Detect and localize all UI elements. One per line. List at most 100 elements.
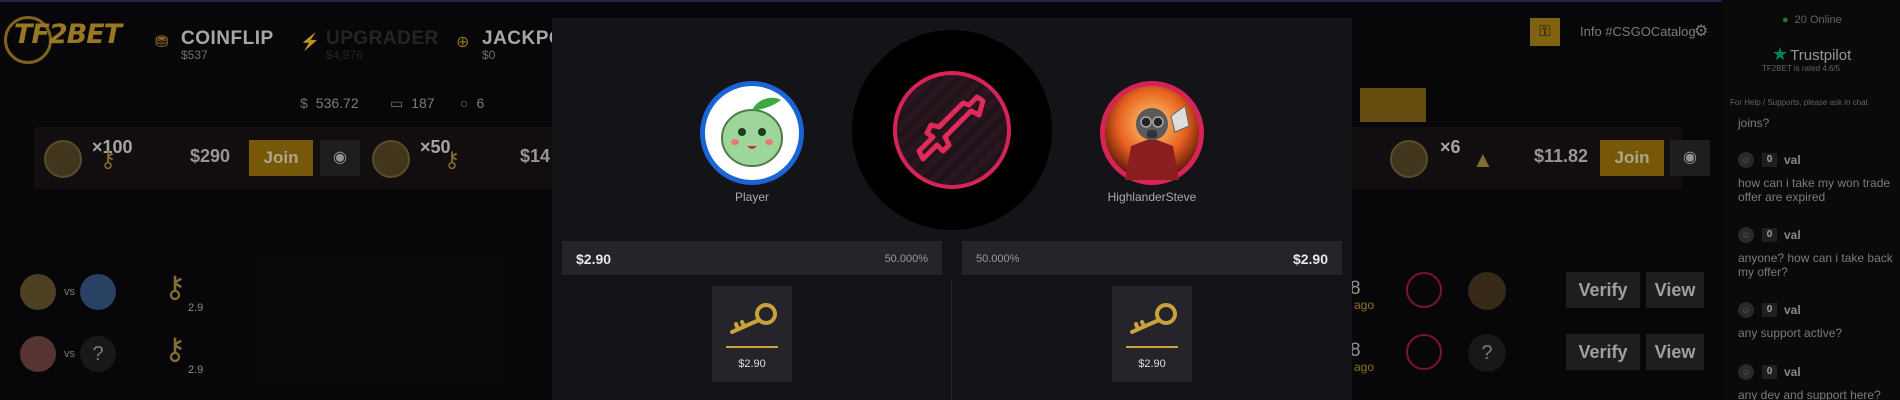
coinflip-modal: Player HighlanderSteve $2.90 50.000% 50.…: [552, 18, 1352, 400]
room-price: $11.82: [1534, 146, 1589, 166]
eye-icon[interactable]: ◉: [320, 140, 360, 176]
gear-icon[interactable]: ⚙: [1694, 21, 1708, 41]
chat-message-text: any support active?: [1738, 326, 1843, 340]
verify-button[interactable]: Verify: [1566, 334, 1640, 370]
chat-username[interactable]: val: [1784, 365, 1801, 379]
view-button[interactable]: View: [1646, 272, 1704, 308]
chat-username[interactable]: val: [1784, 228, 1801, 242]
view-button[interactable]: View: [1646, 334, 1704, 370]
left-percentage: 50.000%: [884, 253, 928, 265]
right-amount: $2.90: [1292, 251, 1328, 267]
help-text: For Help / Supports, please ask in chat: [1730, 98, 1868, 107]
avatar: ☺: [1738, 302, 1754, 318]
chat-message-text: joins?: [1738, 116, 1770, 130]
online-text: 20 Online: [1794, 14, 1842, 26]
player-avatar-right: [1100, 81, 1204, 185]
item-price: $2.90: [1138, 358, 1166, 370]
key-icon: ⚷: [100, 147, 117, 172]
item-rarity-line: [1126, 346, 1178, 348]
trustpilot-rating: TF2BET is rated 4.6/5: [1762, 64, 1841, 73]
bolt-icon: ⚡: [300, 34, 320, 51]
game-value: 2.9: [188, 364, 204, 376]
left-amount: $2.90: [576, 251, 612, 267]
user-level-badge: 0: [1762, 153, 1777, 167]
game-ago: ago: [1354, 360, 1375, 374]
avatar: [372, 140, 410, 178]
site-logo[interactable]: TF2BET: [4, 10, 122, 64]
game-value: 2.9: [188, 302, 204, 314]
online-dot-icon: ●: [1782, 14, 1789, 26]
lime-character-icon: [705, 86, 799, 180]
avatar: ☺: [1738, 364, 1754, 380]
room-multiplier: ×6: [1440, 137, 1461, 157]
avatar: [80, 274, 116, 310]
chat-username[interactable]: val: [1784, 303, 1801, 317]
avatar: ☺: [1738, 152, 1754, 168]
stat-total: $536.72: [300, 95, 359, 111]
chat-message-text: anyone? how can i take back my offer?: [1738, 251, 1893, 279]
divider: [951, 280, 952, 400]
winner-avatar: [1468, 272, 1506, 310]
inbox-icon: ▭: [390, 95, 404, 111]
user-level-badge: 0: [1762, 303, 1777, 317]
unknown-avatar: ?: [1468, 334, 1506, 372]
player-name-right: HighlanderSteve: [1107, 190, 1197, 204]
avatar: [20, 336, 56, 372]
room-price: $14: [520, 146, 551, 166]
stat-games-value: 6: [476, 95, 485, 111]
target-icon: ⊕: [456, 34, 470, 51]
verify-button[interactable]: Verify: [1566, 272, 1640, 308]
vs-label: vs: [64, 286, 75, 298]
key-icon: ⚷: [444, 147, 461, 172]
nav-upgrader-value: $4,976: [326, 48, 363, 62]
create-game-button[interactable]: [1360, 88, 1426, 122]
unknown-avatar: ?: [80, 336, 116, 372]
logo-text: TF2BET: [14, 19, 122, 50]
rifle-icon: [1406, 272, 1442, 308]
key-icon: ⚷: [164, 333, 186, 366]
lock-icon[interactable]: ⚿: [1530, 18, 1560, 46]
chat-username[interactable]: val: [1784, 153, 1801, 167]
right-percentage: 50.000%: [976, 253, 1020, 265]
chat-message-text: any dev and support here?: [1738, 388, 1881, 400]
key-icon: ⚷: [164, 271, 186, 304]
item-rarity-line: [726, 346, 778, 348]
key-icon: [1130, 303, 1177, 334]
player-name-left: Player: [734, 190, 769, 204]
trustpilot-link[interactable]: ★ Trustpilot: [1772, 44, 1851, 65]
join-button[interactable]: Join: [249, 140, 313, 176]
game-ago: ago: [1354, 298, 1375, 312]
nav-jackpot-value: $0: [482, 48, 496, 62]
nav-coinflip-label: COINFLIP: [181, 28, 274, 49]
soldier-avatar-icon: [1105, 86, 1199, 180]
item-card-right[interactable]: $2.90: [1112, 286, 1192, 382]
item-icon: ▲: [1472, 147, 1494, 172]
avatar: [20, 274, 56, 310]
coin: [893, 71, 1011, 189]
avatar: [1390, 140, 1428, 178]
online-count: ● 20 Online: [1782, 14, 1842, 26]
nav-upgrader-label: UPGRADER: [326, 28, 439, 49]
stat-items-value: 187: [411, 95, 435, 111]
item-card-left[interactable]: $2.90: [712, 286, 792, 382]
coins-icon: ⛃: [155, 34, 169, 51]
room-card: ×100 ⚷ $290 Join ◉: [34, 127, 364, 189]
user-level-badge: 0: [1762, 228, 1777, 242]
info-link[interactable]: Info #CSGOCatalog: [1580, 24, 1696, 39]
item-price: $2.90: [738, 358, 766, 370]
nav-coinflip-value: $537: [181, 48, 208, 62]
left-price-bar: $2.90 50.000%: [562, 241, 942, 275]
rifle-icon: [916, 94, 986, 162]
coin-flip-circle: [852, 30, 1052, 230]
room-price: $290: [190, 146, 231, 166]
join-button[interactable]: Join: [1600, 140, 1664, 176]
chat-panel: ● 20 Online ★ Trustpilot TF2BET is rated 4…: [1722, 0, 1900, 400]
right-price-bar: 50.000% $2.90: [962, 241, 1342, 275]
star-icon: ★: [1772, 44, 1789, 64]
avatar: ☺: [1738, 227, 1754, 243]
eye-icon[interactable]: ◉: [1670, 140, 1710, 176]
chat-message-text: how can i take my won trade offer are ex…: [1738, 176, 1891, 204]
rifle-icon: [1406, 334, 1442, 370]
room-card: ×6 ▲ $11.82 Join ◉: [1362, 127, 1710, 189]
stat-items: ▭ 187: [390, 95, 435, 112]
